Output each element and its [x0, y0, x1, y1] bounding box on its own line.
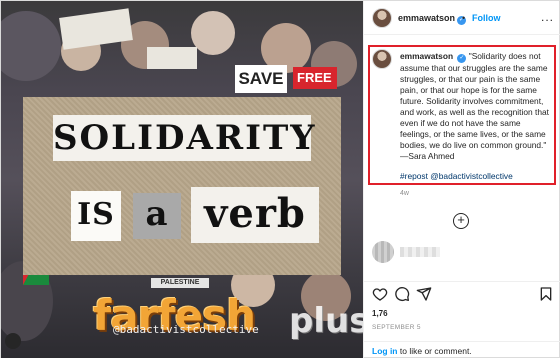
login-prompt: Log in to like or comment.	[372, 346, 472, 356]
caption-time-ago: 4w	[400, 190, 409, 197]
follow-button[interactable]: Follow	[472, 13, 501, 23]
login-footer: Log in to like or comment.	[364, 341, 560, 358]
share-icon[interactable]	[416, 286, 432, 302]
poster-word-verb: verb	[191, 187, 319, 243]
verified-badge-icon: ✓	[457, 54, 467, 63]
load-more-comments-button[interactable]: +	[453, 213, 469, 229]
blurred-avatar	[372, 241, 394, 263]
login-prompt-text: to like or comment.	[399, 346, 472, 356]
user-tag-icon[interactable]	[5, 333, 21, 349]
watermark-suffix: plus.com	[289, 301, 363, 341]
watermark-handle: @badactivistcollective	[113, 323, 259, 336]
blurred-comment-text	[400, 247, 440, 257]
avatar[interactable]	[372, 8, 392, 28]
palestine-sign: PALESTINE	[151, 278, 209, 288]
post-image[interactable]: SAVE FREE SOLIDARITY IS a verb PALESTINE…	[1, 1, 363, 358]
post-caption: emmawatson ✓ "Solidarity does not assume…	[400, 51, 550, 162]
avatar[interactable]	[372, 49, 392, 69]
caption-username[interactable]: emmawatson	[400, 51, 453, 61]
solidarity-poster: SOLIDARITY IS a verb	[23, 97, 341, 275]
post-actions-bar	[364, 281, 560, 301]
heart-icon[interactable]	[372, 286, 388, 302]
header-username-text[interactable]: emmawatson	[398, 13, 455, 23]
poster-word-is: IS	[71, 191, 121, 241]
post-side-panel: emmawatson ✓ • Follow ... emmawatson ✓ "S…	[363, 1, 560, 358]
poster-word-a: a	[133, 193, 181, 239]
header-separator: •	[462, 13, 466, 23]
login-link[interactable]: Log in	[372, 346, 398, 356]
bookmark-icon[interactable]	[538, 286, 554, 302]
crowd-figure	[191, 11, 235, 55]
post-dialog: SAVE FREE SOLIDARITY IS a verb PALESTINE…	[0, 0, 560, 358]
protest-sign	[147, 47, 197, 69]
caption-text: "Solidarity does not assume that our str…	[400, 51, 549, 161]
caption-hashtag-link[interactable]: #repost @badactivistcollective	[400, 171, 513, 181]
more-options-icon[interactable]: ...	[541, 10, 554, 24]
comment-icon[interactable]	[394, 286, 410, 302]
poster-word-solidarity: SOLIDARITY	[53, 115, 315, 161]
crowd-figure	[1, 11, 61, 81]
free-sign: FREE	[293, 67, 337, 89]
post-date: SEPTEMBER 5	[372, 324, 421, 331]
likes-count[interactable]: 1,76	[372, 309, 388, 318]
header-username[interactable]: emmawatson ✓	[398, 13, 467, 25]
post-header: emmawatson ✓ • Follow ...	[364, 1, 560, 35]
save-sign: SAVE	[235, 65, 287, 93]
